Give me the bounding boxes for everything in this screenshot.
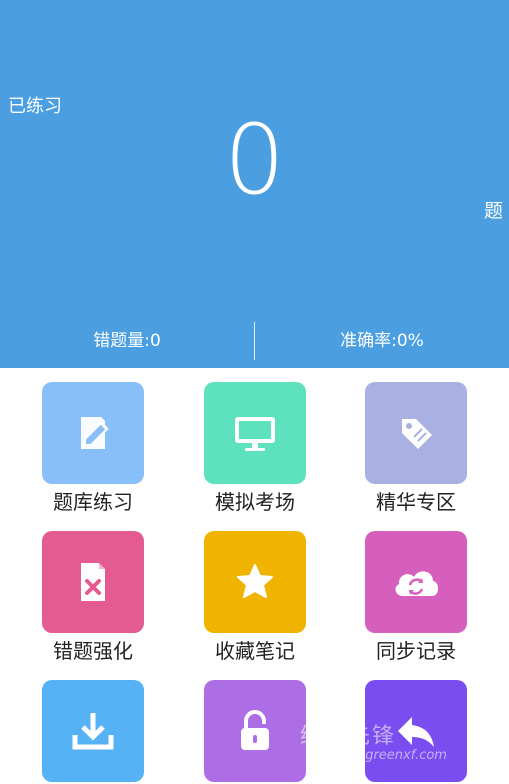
tile-wrong-questions[interactable]: 错题强化 <box>42 531 144 664</box>
tile-download[interactable] <box>42 680 144 784</box>
feature-grid: 题库练习 模拟考场 精华专区 错题强化 收藏笔记 同步记录 <box>0 368 509 782</box>
watermark-text: 绿色先锋 <box>300 724 397 749</box>
count-unit: 题 <box>483 200 503 222</box>
tile-box[interactable] <box>365 531 467 633</box>
tile-box[interactable] <box>42 680 144 782</box>
tile-label: 收藏笔记 <box>215 639 295 663</box>
tile-box[interactable] <box>42 531 144 633</box>
tile-favorites[interactable]: 收藏笔记 <box>204 531 306 664</box>
wrong-file-icon <box>81 563 105 601</box>
tile-box[interactable] <box>365 382 467 484</box>
tile-box[interactable] <box>204 531 306 633</box>
tile-label: 模拟考场 <box>215 490 295 514</box>
accuracy-rate: 准确率:0% <box>340 331 424 351</box>
tile-label: 错题强化 <box>53 639 133 663</box>
tile-label: 精华专区 <box>376 490 456 514</box>
monitor-icon <box>235 417 275 451</box>
wrong-count: 错题量:0 <box>93 331 161 351</box>
tile-label: 题库练习 <box>53 490 133 514</box>
tile-sync-records[interactable]: 同步记录 <box>365 531 467 664</box>
watermark-url: www.greenxf.com <box>330 748 447 763</box>
back-arrow-icon <box>398 717 434 747</box>
star-icon <box>237 564 273 598</box>
tile-essentials[interactable]: 精华专区 <box>365 382 467 515</box>
tile-box[interactable] <box>42 382 144 484</box>
download-icon <box>72 713 114 750</box>
tile-mock-exam[interactable]: 模拟考场 <box>204 382 306 515</box>
tile-question-bank[interactable]: 题库练习 <box>42 382 144 515</box>
tile-label: 同步记录 <box>376 639 456 663</box>
tile-lock[interactable] <box>204 680 306 784</box>
tile-box[interactable] <box>204 680 306 782</box>
stats-header: 已练习 0 题 错题量:0 准确率:0% <box>0 0 509 368</box>
stats-row: 错题量:0 准确率:0% <box>0 322 509 360</box>
tag-icon <box>402 419 432 449</box>
edit-note-icon <box>81 417 109 449</box>
tile-box[interactable] <box>204 382 306 484</box>
lock-icon <box>241 710 269 750</box>
cloud-sync-icon <box>395 571 439 596</box>
practiced-count: 0 <box>223 104 286 216</box>
